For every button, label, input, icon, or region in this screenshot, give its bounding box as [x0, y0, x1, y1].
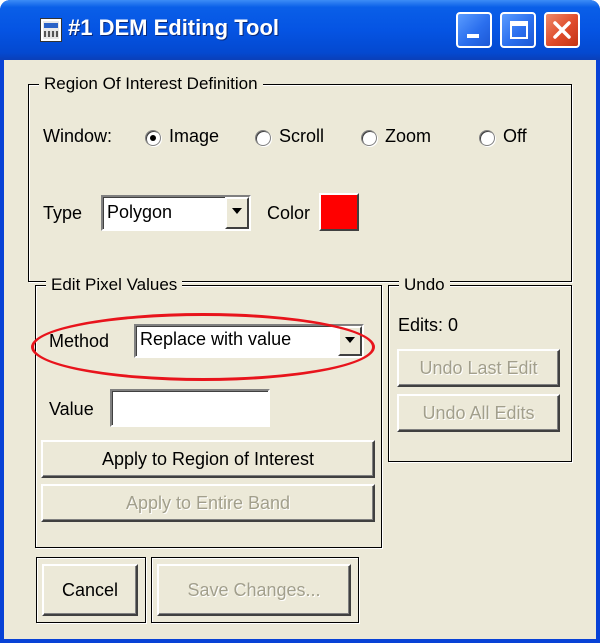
window-option-off-label[interactable]: Off	[503, 125, 527, 147]
undo-all-edits-button[interactable]: Undo All Edits	[397, 394, 560, 432]
edits-count-label: Edits: 0	[398, 315, 459, 335]
maximize-icon	[510, 21, 528, 39]
window-radio-zoom[interactable]	[361, 130, 377, 146]
window-option-scroll-label[interactable]: Scroll	[279, 125, 324, 147]
value-input[interactable]	[110, 389, 270, 427]
cancel-button-frame: Cancel	[36, 557, 146, 623]
window-title: #1 DEM Editing Tool	[68, 15, 280, 40]
dialog-client-area: Region Of Interest Definition Window: Im…	[4, 60, 596, 639]
window-option-zoom-label[interactable]: Zoom	[385, 125, 431, 147]
dem-editing-tool-window: #1 DEM Editing Tool Region Of Interest D…	[0, 0, 600, 643]
minimize-icon	[467, 34, 479, 38]
color-swatch-button[interactable]	[319, 193, 359, 231]
edit-pixel-values-legend: Edit Pixel Values	[46, 275, 183, 295]
undo-legend: Undo	[399, 275, 450, 295]
method-dropdown[interactable]: Replace with value	[134, 324, 364, 358]
minimize-button[interactable]	[456, 12, 492, 48]
save-changes-button[interactable]: Save Changes...	[157, 564, 351, 616]
apply-to-roi-button[interactable]: Apply to Region of Interest	[41, 440, 375, 478]
chevron-down-icon[interactable]	[338, 326, 362, 356]
type-label: Type	[43, 203, 83, 223]
roi-groupbox: Region Of Interest Definition Window: Im…	[28, 74, 572, 282]
roi-legend: Region Of Interest Definition	[39, 74, 263, 94]
apply-to-entire-band-button[interactable]: Apply to Entire Band	[41, 484, 375, 522]
maximize-button[interactable]	[500, 12, 536, 48]
value-label: Value	[49, 399, 94, 419]
chevron-down-icon[interactable]	[225, 197, 249, 229]
method-dropdown-value: Replace with value	[140, 329, 292, 349]
type-dropdown[interactable]: Polygon	[101, 195, 251, 231]
type-dropdown-value: Polygon	[107, 202, 173, 222]
cancel-button[interactable]: Cancel	[42, 564, 138, 616]
color-label: Color	[267, 203, 311, 223]
title-bar[interactable]: #1 DEM Editing Tool	[0, 0, 600, 60]
window-label: Window:	[43, 126, 113, 146]
close-icon	[553, 21, 571, 39]
window-radio-scroll[interactable]	[255, 130, 271, 146]
window-radio-off[interactable]	[479, 130, 495, 146]
window-radio-image[interactable]	[145, 130, 161, 146]
undo-groupbox: Undo Edits: 0 Undo Last Edit Undo All Ed…	[388, 275, 572, 462]
close-button[interactable]	[544, 12, 580, 48]
edit-pixel-values-groupbox: Edit Pixel Values Method Replace with va…	[35, 275, 382, 548]
window-option-image-label[interactable]: Image	[169, 125, 219, 147]
app-icon[interactable]	[40, 18, 62, 42]
undo-last-edit-button[interactable]: Undo Last Edit	[397, 349, 560, 387]
save-changes-button-frame: Save Changes...	[151, 557, 359, 623]
method-label: Method	[49, 331, 110, 351]
